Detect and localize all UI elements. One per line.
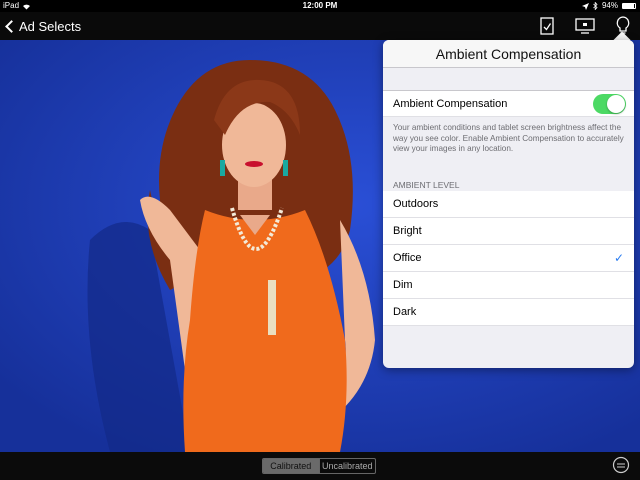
calibration-segmented-control[interactable]: Calibrated Uncalibrated	[262, 458, 376, 474]
status-time: 12:00 PM	[302, 1, 338, 10]
level-bright[interactable]: Bright	[383, 218, 634, 245]
back-button[interactable]: Ad Selects	[4, 17, 81, 35]
level-label: Dim	[393, 279, 413, 291]
ambient-level-header: AMBIENT LEVEL	[393, 180, 460, 190]
icc-profile-button[interactable]	[612, 456, 630, 474]
ambient-toggle-switch[interactable]	[593, 94, 626, 114]
bottom-toolbar: Calibrated Uncalibrated	[0, 452, 640, 480]
bluetooth-icon	[593, 2, 598, 10]
ambient-toggle-label: Ambient Compensation	[393, 98, 508, 110]
level-dim[interactable]: Dim	[383, 272, 634, 299]
level-label: Dark	[393, 306, 417, 318]
level-label: Bright	[393, 225, 422, 237]
ambient-description: Your ambient conditions and tablet scree…	[393, 123, 624, 153]
back-label: Ad Selects	[19, 18, 82, 34]
nav-bar: Ad Selects	[0, 12, 640, 40]
battery-icon	[622, 3, 636, 9]
status-right: 94%	[581, 0, 636, 12]
ambient-popover: Ambient Compensation Ambient Compensatio…	[383, 40, 634, 368]
approve-button[interactable]	[536, 15, 558, 37]
display-button[interactable]	[574, 15, 596, 37]
level-outdoors[interactable]: Outdoors	[383, 191, 634, 218]
level-office[interactable]: Office ✓	[383, 245, 634, 272]
ambient-toggle-row: Ambient Compensation	[383, 90, 634, 117]
toggle-knob	[607, 95, 625, 113]
status-bar: iPad 12:00 PM 94%	[0, 0, 640, 12]
level-label: Outdoors	[393, 198, 439, 210]
document-check-icon	[540, 17, 554, 35]
level-dark[interactable]: Dark	[383, 299, 634, 326]
uncalibrated-segment[interactable]: Uncalibrated	[318, 459, 376, 473]
level-label: Office	[393, 252, 422, 264]
chevron-left-icon	[5, 19, 18, 33]
calibrated-segment[interactable]: Calibrated	[263, 459, 319, 473]
popover-title: Ambient Compensation	[383, 40, 634, 68]
monitor-icon	[575, 18, 595, 34]
location-icon	[581, 2, 589, 10]
battery-percent: 94%	[601, 1, 618, 10]
icc-badge-icon	[612, 456, 630, 474]
checkmark-icon: ✓	[613, 251, 624, 265]
